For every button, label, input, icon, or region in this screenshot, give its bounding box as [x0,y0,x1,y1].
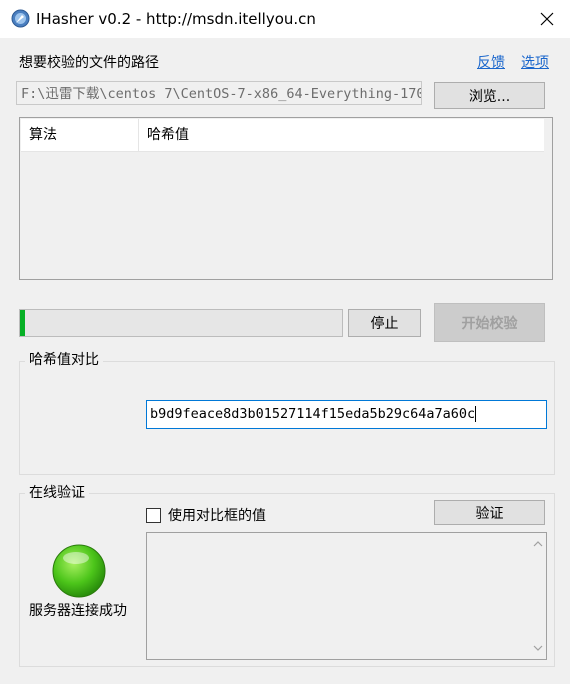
hash-result-list[interactable]: 算法 哈希值 [19,117,553,280]
start-verify-button[interactable]: 开始校验 [434,303,545,342]
hash-compare-value: b9d9feace8d3b01527114f15eda5b29c64a7a60c [150,406,476,422]
close-button[interactable] [524,0,570,38]
stop-button[interactable]: 停止 [348,309,421,337]
window-title: IHasher v0.2 - http://msdn.itellyou.cn [36,10,316,28]
online-verify-title: 在线验证 [25,484,89,502]
options-link[interactable]: 选项 [521,54,549,72]
feedback-link[interactable]: 反馈 [477,54,505,72]
use-compare-checkbox[interactable] [146,508,161,523]
result-scrollbar[interactable] [529,533,546,659]
browse-button[interactable]: 浏览... [434,82,545,109]
scroll-down-icon[interactable] [533,645,543,651]
hash-compare-input[interactable]: b9d9feace8d3b01527114f15eda5b29c64a7a60c [146,400,547,429]
status-light-icon [52,544,106,598]
progress-fill [20,310,25,336]
title-bar: IHasher v0.2 - http://msdn.itellyou.cn [0,0,570,38]
server-status-text: 服务器连接成功 [29,603,127,619]
column-hash[interactable]: 哈希值 [139,119,539,151]
column-algorithm[interactable]: 算法 [21,119,139,151]
online-result-box[interactable] [146,532,547,660]
text-caret [475,406,477,422]
use-compare-label[interactable]: 使用对比框的值 [168,507,266,525]
scroll-up-icon[interactable] [533,541,543,547]
hash-compare-title: 哈希值对比 [25,351,103,369]
file-path-label: 想要校验的文件的路径 [19,55,159,71]
file-path-input[interactable]: F:\迅雷下载\centos 7\CentOS-7-x86_64-Everyth… [16,81,422,105]
verify-button[interactable]: 验证 [434,500,545,525]
close-icon [540,12,554,26]
progress-bar [19,309,343,337]
app-icon [11,9,30,28]
list-header: 算法 哈希值 [21,119,544,152]
